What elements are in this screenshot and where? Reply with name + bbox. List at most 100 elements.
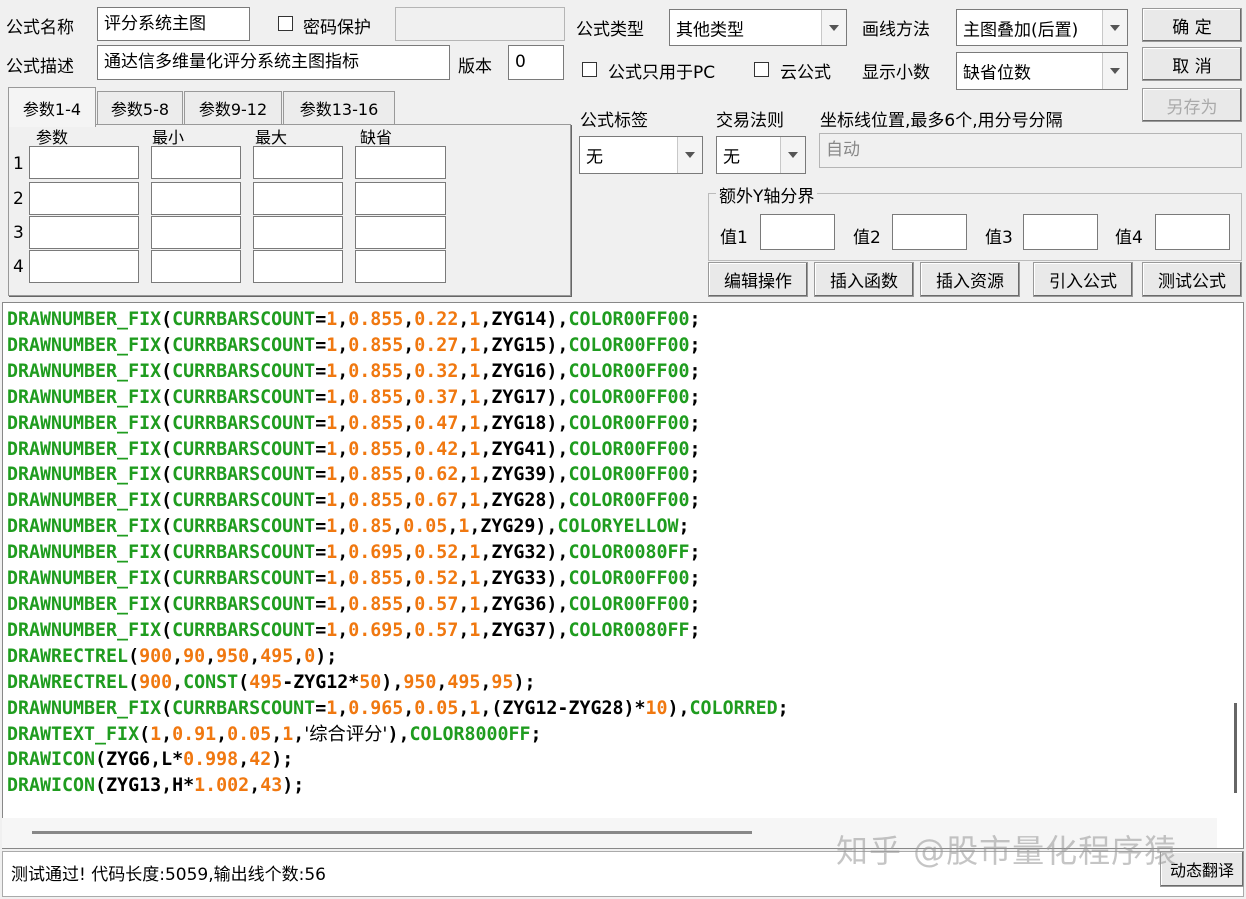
chevron-down-icon[interactable] [821,10,846,45]
password-input[interactable] [395,7,565,41]
param-header-min: 最小 [152,128,185,147]
param-header-default: 缺省 [360,128,393,147]
y-value-1-input[interactable] [760,214,835,250]
param-name-input[interactable] [29,216,139,249]
code-line[interactable]: DRAWTEXT_FIX(1,0.91,0.05,1,'综合评分'),COLOR… [7,722,789,748]
cancel-button[interactable]: 取 消 [1142,47,1242,81]
code-line[interactable]: DRAWNUMBER_FIX(CURRBARSCOUNT=1,0.855,0.4… [7,437,789,463]
formula-tag-select[interactable]: 无 [579,136,703,174]
param-min-input[interactable] [151,250,241,283]
trade-rule-value: 无 [723,147,740,168]
code-line[interactable]: DRAWNUMBER_FIX(CURRBARSCOUNT=1,0.855,0.6… [7,488,789,514]
horizontal-scrollbar-thumb[interactable] [32,831,752,834]
edit-ops-button[interactable]: 编辑操作 [708,262,808,297]
param-row-number: 4 [13,257,24,277]
param-header-name: 参数 [36,128,69,147]
axis-position-label: 坐标线位置,最多6个,用分号分隔 [820,111,1063,131]
param-default-input[interactable] [355,146,446,179]
code-line[interactable]: DRAWRECTREL(900,90,950,495,0); [7,644,789,670]
code-line[interactable]: DRAWNUMBER_FIX(CURRBARSCOUNT=1,0.855,0.3… [7,385,789,411]
param-default-input[interactable] [355,216,446,249]
decimals-select[interactable]: 缺省位数 [956,52,1128,90]
tab-params-9-12[interactable]: 参数9-12 [184,91,282,124]
param-name-input[interactable] [29,182,139,215]
password-label: 密码保护 [303,18,371,38]
code-line[interactable]: DRAWNUMBER_FIX(CURRBARSCOUNT=1,0.855,0.5… [7,592,789,618]
code-line[interactable]: DRAWICON(ZYG13,H*1.002,43); [7,773,789,799]
import-formula-button[interactable]: 引入公式 [1033,262,1133,297]
decimals-label: 显示小数 [862,63,930,83]
draw-method-label: 画线方法 [862,20,930,40]
extra-y-label: 额外Y轴分界 [716,182,818,207]
y-value-2-label: 值2 [853,228,881,248]
password-checkbox[interactable] [278,16,293,31]
chevron-down-icon[interactable] [780,137,805,173]
param-min-input[interactable] [151,216,241,249]
param-name-input[interactable] [29,146,139,179]
param-default-input[interactable] [355,250,446,283]
code-line[interactable]: DRAWNUMBER_FIX(CURRBARSCOUNT=1,0.695,0.5… [7,618,789,644]
code-content[interactable]: DRAWNUMBER_FIX(CURRBARSCOUNT=1,0.855,0.2… [7,307,789,799]
y-value-4-input[interactable] [1155,214,1230,250]
code-line[interactable]: DRAWNUMBER_FIX(CURRBARSCOUNT=1,0.855,0.4… [7,411,789,437]
param-max-input[interactable] [253,216,343,249]
tab-params-1-4[interactable]: 参数1-4 [8,87,96,127]
code-line[interactable]: DRAWNUMBER_FIX(CURRBARSCOUNT=1,0.855,0.5… [7,566,789,592]
ok-button[interactable]: 确 定 [1142,8,1242,42]
chevron-down-icon[interactable] [1102,53,1127,89]
trade-rule-select[interactable]: 无 [716,136,806,174]
param-max-input[interactable] [253,250,343,283]
param-min-input[interactable] [151,146,241,179]
y-value-2-input[interactable] [892,214,967,250]
chevron-down-icon[interactable] [677,137,702,173]
formula-desc-input[interactable]: 通达信多维量化评分系统主图指标 [97,45,450,80]
param-name-input[interactable] [29,250,139,283]
param-max-input[interactable] [253,146,343,179]
cloud-label: 云公式 [780,63,831,83]
code-line[interactable]: DRAWNUMBER_FIX(CURRBARSCOUNT=1,0.85,0.05… [7,514,789,540]
param-row-number: 3 [13,223,24,243]
param-default-input[interactable] [355,182,446,215]
formula-desc-label: 公式描述 [6,57,74,77]
formula-type-value: 其他类型 [676,20,744,40]
chevron-down-icon[interactable] [1102,10,1127,45]
cloud-checkbox[interactable] [754,62,769,77]
y-value-3-label: 值3 [985,228,1013,248]
pc-only-checkbox[interactable] [582,62,597,77]
formula-type-select[interactable]: 其他类型 [669,9,847,46]
code-line[interactable]: DRAWICON(ZYG6,L*0.998,42); [7,747,789,773]
formula-name-input[interactable]: 评分系统主图 [97,7,250,41]
param-min-input[interactable] [151,182,241,215]
pc-only-label: 公式只用于PC [608,63,716,83]
axis-position-input[interactable]: 自动 [819,133,1242,168]
save-as-button[interactable]: 另存为 [1142,88,1242,122]
code-line[interactable]: DRAWNUMBER_FIX(CURRBARSCOUNT=1,0.855,0.6… [7,462,789,488]
formula-type-label: 公式类型 [576,20,644,40]
tab-params-5-8[interactable]: 参数5-8 [97,91,183,124]
code-line[interactable]: DRAWNUMBER_FIX(CURRBARSCOUNT=1,0.695,0.5… [7,540,789,566]
param-header-max: 最大 [255,128,288,147]
code-editor[interactable]: DRAWNUMBER_FIX(CURRBARSCOUNT=1,0.855,0.2… [2,302,1244,849]
insert-resource-button[interactable]: 插入资源 [920,262,1020,297]
formula-name-label: 公式名称 [6,18,74,38]
formula-tag-label: 公式标签 [580,111,648,131]
param-max-input[interactable] [253,182,343,215]
y-value-3-input[interactable] [1023,214,1098,250]
vertical-scrollbar-thumb[interactable] [1234,703,1237,793]
code-line[interactable]: DRAWNUMBER_FIX(CURRBARSCOUNT=1,0.855,0.2… [7,307,789,333]
insert-function-button[interactable]: 插入函数 [814,262,914,297]
param-row-number: 1 [13,154,24,174]
decimals-value: 缺省位数 [963,63,1031,84]
code-line[interactable]: DRAWNUMBER_FIX(CURRBARSCOUNT=1,0.855,0.3… [7,359,789,385]
code-line[interactable]: DRAWRECTREL(900,CONST(495-ZYG12*50),950,… [7,670,789,696]
draw-method-select[interactable]: 主图叠加(后置) [956,9,1128,46]
draw-method-value: 主图叠加(后置) [963,20,1079,40]
y-value-4-label: 值4 [1115,228,1143,248]
watermark: 知乎 @股市量化程序猿 [836,832,1178,870]
tab-params-13-16[interactable]: 参数13-16 [283,91,395,124]
code-line[interactable]: DRAWNUMBER_FIX(CURRBARSCOUNT=1,0.855,0.2… [7,333,789,359]
version-input[interactable]: 0 [508,45,564,80]
status-text: 测试通过! 代码长度:5059,输出线个数:56 [11,865,326,885]
test-formula-button[interactable]: 测试公式 [1142,262,1242,297]
code-line[interactable]: DRAWNUMBER_FIX(CURRBARSCOUNT=1,0.965,0.0… [7,696,789,722]
